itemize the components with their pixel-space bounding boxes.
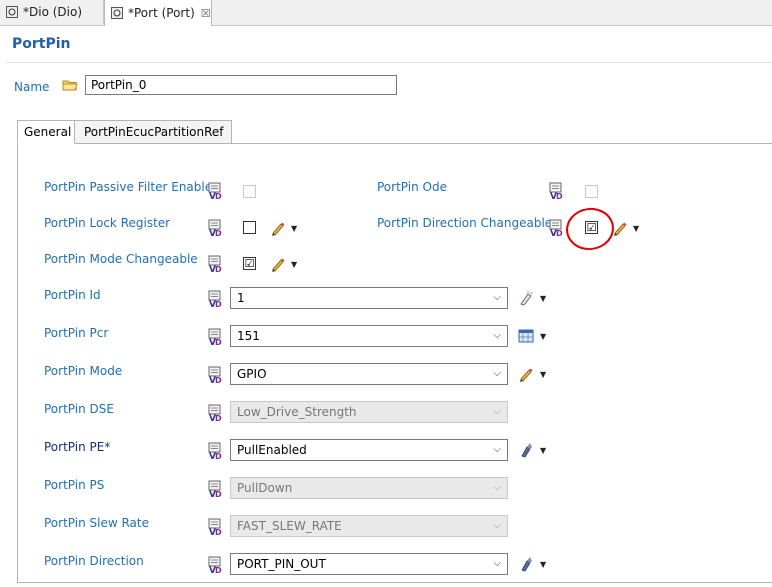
calculator-icon[interactable] bbox=[518, 328, 534, 344]
chevron-down-icon: ⌵ bbox=[493, 406, 501, 417]
ps-combo: PullDown ⌵ bbox=[230, 477, 508, 499]
dropdown-arrow-icon[interactable]: ▼ bbox=[540, 560, 546, 569]
tab-dio-label: *Dio (Dio) bbox=[23, 5, 83, 19]
variant-icon bbox=[206, 518, 224, 536]
direction-label: PortPin Direction bbox=[44, 554, 144, 568]
folder-icon bbox=[62, 80, 78, 91]
slew-rate-combo: FAST_SLEW_RATE ⌵ bbox=[230, 515, 508, 537]
slew-rate-value: FAST_SLEW_RATE bbox=[237, 519, 342, 533]
page-title: PortPin bbox=[12, 36, 71, 52]
pe-label: PortPin PE* bbox=[44, 440, 111, 454]
module-config-icon bbox=[6, 6, 18, 18]
pencil-icon[interactable] bbox=[270, 256, 286, 272]
tab-dio-editor[interactable]: *Dio (Dio) bbox=[0, 0, 104, 24]
slew-rate-label: PortPin Slew Rate bbox=[44, 516, 149, 530]
pencil-icon[interactable] bbox=[518, 366, 534, 382]
chevron-down-icon[interactable]: ⌵ bbox=[493, 288, 501, 308]
variant-icon bbox=[206, 255, 224, 273]
chevron-down-icon: ⌵ bbox=[493, 520, 501, 531]
pcr-value: 151 bbox=[237, 329, 260, 343]
variant-icon bbox=[206, 404, 224, 422]
ps-value: PullDown bbox=[237, 481, 293, 495]
wand-icon[interactable] bbox=[518, 290, 534, 306]
variant-icon bbox=[547, 182, 565, 200]
chevron-down-icon[interactable]: ⌵ bbox=[493, 326, 501, 346]
passive-filter-checkbox[interactable] bbox=[243, 185, 256, 198]
title-divider bbox=[6, 62, 772, 63]
chevron-down-icon[interactable]: ⌵ bbox=[493, 554, 501, 574]
chevron-down-icon: ⌵ bbox=[493, 482, 501, 493]
ps-label: PortPin PS bbox=[44, 478, 105, 492]
chevron-down-icon[interactable]: ⌵ bbox=[493, 440, 501, 460]
mode-changeable-label: PortPin Mode Changeable bbox=[44, 252, 198, 266]
direction-value: PORT_PIN_OUT bbox=[237, 557, 326, 571]
chevron-down-icon[interactable]: ⌵ bbox=[493, 364, 501, 384]
variant-icon bbox=[206, 556, 224, 574]
direction-changeable-label: PortPin Direction Changeable bbox=[377, 216, 553, 230]
pencil-icon[interactable] bbox=[612, 220, 628, 236]
lock-register-label: PortPin Lock Register bbox=[44, 216, 171, 230]
mode-label: PortPin Mode bbox=[44, 364, 123, 378]
ode-label: PortPin Ode bbox=[377, 180, 447, 194]
dropdown-arrow-icon[interactable]: ▼ bbox=[291, 224, 297, 233]
dropdown-arrow-icon[interactable]: ▼ bbox=[540, 446, 546, 455]
id-combo[interactable]: 1 ⌵ bbox=[230, 287, 508, 309]
mode-combo[interactable]: GPIO ⌵ bbox=[230, 363, 508, 385]
tab-port-editor[interactable]: *Port (Port) ☒ bbox=[104, 0, 212, 26]
dropdown-arrow-icon[interactable]: ▼ bbox=[633, 224, 639, 233]
dse-value: Low_Drive_Strength bbox=[237, 405, 357, 419]
passive-filter-label: PortPin Passive Filter Enable bbox=[44, 180, 213, 194]
dropdown-arrow-icon[interactable]: ▼ bbox=[540, 332, 546, 341]
dropdown-arrow-icon[interactable]: ▼ bbox=[540, 370, 546, 379]
name-label: Name bbox=[14, 80, 50, 94]
dse-combo: Low_Drive_Strength ⌵ bbox=[230, 401, 508, 423]
pencil-icon[interactable] bbox=[270, 220, 286, 236]
tab-general[interactable]: General bbox=[17, 120, 75, 144]
magic-wand-icon[interactable] bbox=[518, 442, 534, 458]
name-input[interactable]: PortPin_0 bbox=[85, 75, 397, 95]
pcr-combo[interactable]: 151 ⌵ bbox=[230, 325, 508, 347]
mode-changeable-checkbox[interactable]: ☑ bbox=[243, 257, 256, 270]
editor-tab-bar: *Dio (Dio) *Port (Port) ☒ bbox=[0, 0, 772, 26]
variant-icon bbox=[206, 328, 224, 346]
id-label: PortPin Id bbox=[44, 288, 101, 302]
variant-icon bbox=[206, 442, 224, 460]
dse-label: PortPin DSE bbox=[44, 402, 114, 416]
tab-ecuc-partition-ref[interactable]: PortPinEcucPartitionRef bbox=[74, 120, 232, 144]
variant-icon bbox=[206, 366, 224, 384]
direction-combo[interactable]: PORT_PIN_OUT ⌵ bbox=[230, 553, 508, 575]
variant-icon bbox=[206, 219, 224, 237]
module-config-icon bbox=[111, 7, 123, 19]
pe-value: PullEnabled bbox=[237, 443, 307, 457]
ode-checkbox[interactable] bbox=[585, 185, 598, 198]
dropdown-arrow-icon[interactable]: ▼ bbox=[540, 294, 546, 303]
lock-register-checkbox[interactable] bbox=[243, 221, 256, 234]
mode-value: GPIO bbox=[237, 367, 267, 381]
magic-wand-icon[interactable] bbox=[518, 556, 534, 572]
variant-icon bbox=[206, 480, 224, 498]
pcr-label: PortPin Pcr bbox=[44, 326, 109, 340]
dropdown-arrow-icon[interactable]: ▼ bbox=[291, 260, 297, 269]
id-value: 1 bbox=[237, 291, 245, 305]
variant-icon bbox=[206, 290, 224, 308]
variant-icon bbox=[206, 182, 224, 200]
pe-combo[interactable]: PullEnabled ⌵ bbox=[230, 439, 508, 461]
variant-icon bbox=[547, 219, 565, 237]
tab-port-label: *Port (Port) bbox=[128, 6, 195, 20]
close-tab-icon[interactable]: ☒ bbox=[201, 7, 211, 20]
